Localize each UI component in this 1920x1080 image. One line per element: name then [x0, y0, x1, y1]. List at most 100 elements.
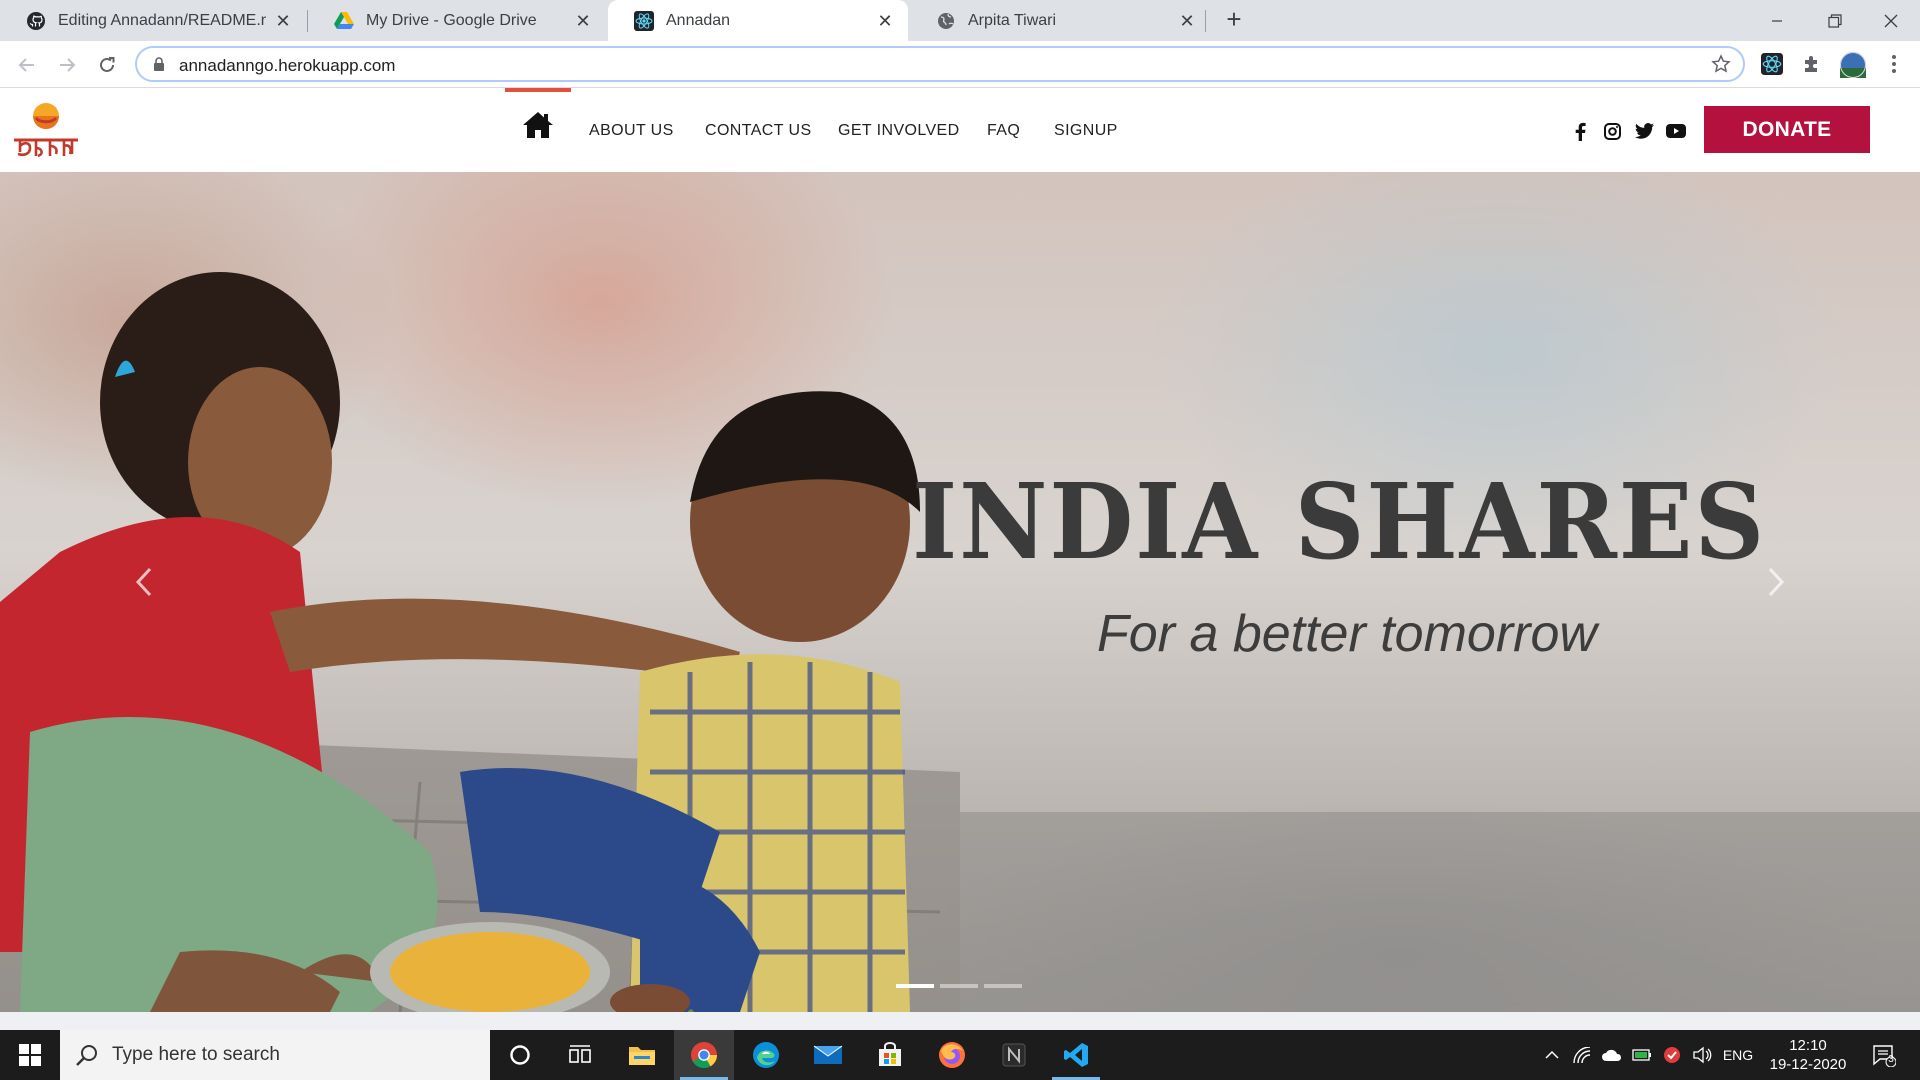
reload-icon [100, 57, 115, 72]
react-icon [634, 10, 654, 31]
edge-taskbar[interactable] [736, 1030, 796, 1080]
nav-signup[interactable]: SIGNUP [1054, 122, 1118, 140]
carousel-indicators [896, 984, 1022, 988]
notion-taskbar[interactable] [984, 1030, 1044, 1080]
close-icon[interactable]: ✕ [1178, 12, 1196, 30]
site-header: ABOUT US CONTACT US GET INVOLVED FAQ SIG… [0, 88, 1920, 172]
carousel-indicator-3[interactable] [984, 984, 1022, 988]
browser-menu-button[interactable] [1882, 52, 1906, 76]
nav-faq[interactable]: FAQ [987, 122, 1020, 140]
carousel-prev-button[interactable] [124, 552, 164, 612]
vscode-taskbar[interactable] [1046, 1030, 1106, 1080]
hero-subtitle: For a better tomorrow [1097, 605, 1597, 663]
battery-icon [1632, 1049, 1651, 1061]
profile-avatar[interactable] [1840, 52, 1866, 78]
nav-about-us[interactable]: ABOUT US [589, 122, 674, 140]
cortana-button[interactable] [490, 1030, 550, 1080]
hero-photo-children-sharing-food [0, 272, 1920, 1012]
arrow-left-icon [18, 58, 34, 72]
page-content-strip [0, 1012, 1920, 1030]
kebab-menu-icon [1892, 55, 1896, 73]
taskbar-search[interactable]: Type here to search [60, 1030, 490, 1080]
react-devtools-extension[interactable] [1760, 52, 1784, 76]
speaker-icon [1693, 1046, 1712, 1064]
volume-status[interactable] [1688, 1030, 1716, 1080]
nav-contact-us[interactable]: CONTACT US [705, 122, 812, 140]
wifi-status[interactable] [1568, 1030, 1596, 1080]
back-button[interactable] [12, 50, 42, 80]
reload-button[interactable] [92, 50, 122, 80]
forward-button[interactable] [52, 50, 82, 80]
carousel-next-button[interactable] [1756, 552, 1796, 612]
new-tab-button[interactable]: + [1220, 6, 1248, 34]
restore-button[interactable] [1806, 0, 1864, 41]
instagram-icon [1603, 122, 1621, 140]
google-drive-icon [334, 11, 354, 31]
close-icon [1884, 14, 1898, 27]
folder-icon [629, 1047, 655, 1065]
carousel-indicator-2[interactable] [940, 984, 978, 988]
clock-time: 12:10 [1789, 1037, 1827, 1054]
store-icon [879, 1042, 901, 1066]
address-bar[interactable]: annadanngo.herokuapp.com [135, 46, 1745, 82]
close-icon[interactable]: ✕ [274, 12, 292, 30]
close-window-button[interactable] [1862, 0, 1920, 41]
notion-icon [1002, 1043, 1026, 1067]
twitter-icon [1634, 123, 1654, 139]
browser-tab-annadan[interactable]: Annadan ✕ [608, 0, 908, 41]
firefox-taskbar[interactable] [922, 1030, 982, 1080]
carousel-indicator-1[interactable] [896, 984, 934, 988]
file-explorer-taskbar[interactable] [612, 1030, 672, 1080]
close-icon[interactable]: ✕ [574, 12, 592, 30]
taskbar-clock[interactable]: 12:10 19-12-2020 [1768, 1036, 1848, 1074]
onedrive-icon [1602, 1049, 1622, 1061]
browser-tab-arpita-tiwari[interactable]: Arpita Tiwari ✕ [910, 0, 1210, 41]
react-icon [1761, 53, 1783, 75]
twitter-link[interactable] [1634, 121, 1654, 141]
youtube-link[interactable] [1664, 121, 1688, 141]
globe-icon [936, 11, 956, 31]
task-view-button[interactable] [550, 1030, 610, 1080]
vscode-icon [1064, 1043, 1088, 1067]
browser-tab-strip: Editing Annadann/README.md a ✕ My Drive … [0, 0, 1920, 41]
battery-status[interactable] [1628, 1030, 1656, 1080]
nav-get-involved[interactable]: GET INVOLVED [838, 122, 960, 140]
firefox-icon [939, 1042, 965, 1068]
annadan-logo[interactable] [10, 96, 82, 164]
windows-logo-icon [19, 1044, 41, 1066]
chevron-up-icon [1545, 1050, 1559, 1059]
browser-tab-google-drive[interactable]: My Drive - Google Drive ✕ [308, 0, 606, 41]
active-nav-indicator [505, 88, 571, 92]
chrome-taskbar[interactable] [674, 1030, 734, 1080]
bookmark-star-icon[interactable] [1711, 54, 1731, 74]
input-language[interactable]: ENG [1718, 1030, 1758, 1080]
microsoft-store-taskbar[interactable] [860, 1030, 920, 1080]
github-icon [26, 11, 46, 31]
mail-icon [813, 1045, 843, 1064]
instagram-link[interactable] [1602, 121, 1622, 141]
address-url[interactable]: annadanngo.herokuapp.com [179, 56, 395, 76]
wifi-icon [1573, 1047, 1591, 1063]
youtube-icon [1666, 124, 1686, 138]
tab-title: Arpita Tiwari [968, 11, 1057, 29]
notification-count-badge: 3 [1888, 1054, 1894, 1065]
lock-icon[interactable] [151, 56, 167, 72]
donate-button[interactable]: DONATE [1704, 106, 1870, 153]
extensions-button[interactable] [1800, 52, 1824, 76]
browser-toolbar: annadanngo.herokuapp.com [0, 41, 1920, 88]
tab-title: Editing Annadann/README.md a [58, 11, 266, 29]
minimize-button[interactable] [1748, 0, 1806, 41]
mail-taskbar[interactable] [798, 1030, 858, 1080]
task-view-icon [569, 1045, 591, 1063]
close-icon[interactable]: ✕ [876, 12, 894, 30]
onedrive-status[interactable] [1598, 1030, 1626, 1080]
facebook-icon [1575, 122, 1586, 141]
security-status[interactable] [1658, 1030, 1686, 1080]
action-center-button[interactable]: 3 [1864, 1030, 1904, 1080]
browser-tab-github[interactable]: Editing Annadann/README.md a ✕ [0, 0, 306, 41]
nav-home-link[interactable] [522, 110, 554, 140]
tray-overflow-button[interactable] [1538, 1030, 1566, 1080]
facebook-link[interactable] [1570, 121, 1590, 141]
start-button[interactable] [0, 1030, 60, 1080]
avatar-icon [1840, 52, 1866, 78]
